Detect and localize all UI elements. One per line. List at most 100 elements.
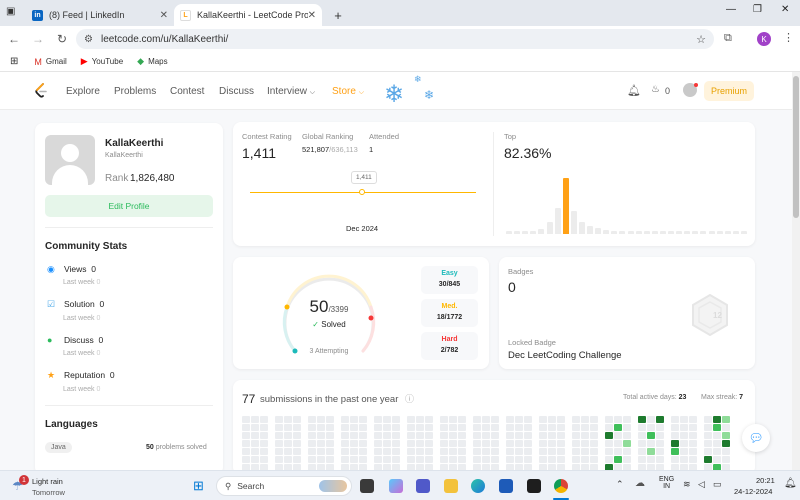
heatmap-cell[interactable] [614,440,622,447]
heatmap-cell[interactable] [341,440,349,447]
heatmap-cell[interactable] [539,456,547,463]
bell-icon[interactable]: 🔔︎ [627,84,641,97]
heatmap-cell[interactable] [572,424,580,431]
heatmap-cell[interactable] [440,424,448,431]
heatmap-cell[interactable] [383,424,391,431]
heatmap-cell[interactable] [548,448,556,455]
nav-problems[interactable]: Problems [114,86,156,97]
heatmap-cell[interactable] [623,432,631,439]
nav-explore[interactable]: Explore [66,86,100,97]
heatmap-cell[interactable] [392,424,400,431]
heatmap-cell[interactable] [605,456,613,463]
heatmap-cell[interactable] [317,416,325,423]
heatmap-cell[interactable] [449,456,457,463]
tray-chevron-icon[interactable]: ⌃ [616,479,624,490]
heatmap-cell[interactable] [350,424,358,431]
heatmap-cell[interactable] [260,432,268,439]
heatmap-cell[interactable] [260,456,268,463]
heatmap-cell[interactable] [383,440,391,447]
scrollbar-thumb[interactable] [793,76,799,218]
heatmap-cell[interactable] [284,448,292,455]
heatmap-cell[interactable] [704,416,712,423]
heatmap-cell[interactable] [251,448,259,455]
close-tab-icon[interactable]: ✕ [308,10,316,21]
histogram-bar[interactable] [546,221,553,234]
heatmap-cell[interactable] [623,416,631,423]
heatmap-cell[interactable] [539,424,547,431]
heatmap-cell[interactable] [308,440,316,447]
heatmap-cell[interactable] [491,432,499,439]
heatmap-cell[interactable] [515,432,523,439]
heatmap-cell[interactable] [317,456,325,463]
edge-icon[interactable] [471,479,485,493]
heatmap-cell[interactable] [671,432,679,439]
heatmap-cell[interactable] [638,432,646,439]
heatmap-cell[interactable] [425,456,433,463]
heatmap-cell[interactable] [515,448,523,455]
histogram-bar[interactable] [570,211,577,234]
heatmap-cell[interactable] [506,456,514,463]
back-icon[interactable]: ← [2,32,26,46]
heatmap-cell[interactable] [242,424,250,431]
heatmap-cell[interactable] [614,432,622,439]
heatmap-cell[interactable] [251,416,259,423]
heatmap-cell[interactable] [491,424,499,431]
heatmap-cell[interactable] [359,448,367,455]
language-indicator[interactable]: ENG IN [659,476,674,490]
bookmark-star-icon[interactable]: ☆ [696,33,706,46]
heatmap-cell[interactable] [557,424,565,431]
histogram-bar[interactable] [514,231,521,234]
site-info-icon[interactable]: ⚙ [84,34,93,45]
easy-box[interactable]: Easy 30/845 [421,266,478,294]
heatmap-cell[interactable] [251,456,259,463]
clock-date[interactable]: 24-12-2024 [734,487,772,496]
heatmap-cell[interactable] [524,424,532,431]
heatmap-cell[interactable] [275,456,283,463]
heatmap-cell[interactable] [482,416,490,423]
heatmap-cell[interactable] [341,456,349,463]
heatmap-cell[interactable] [704,432,712,439]
apps-grid-icon[interactable]: ⊞ [10,56,18,67]
heatmap-cell[interactable] [647,440,655,447]
heatmap-cell[interactable] [605,424,613,431]
heatmap-cell[interactable] [458,440,466,447]
heatmap-cell[interactable] [242,448,250,455]
heatmap-cell[interactable] [713,416,721,423]
heatmap-cell[interactable] [623,456,631,463]
heatmap-cell[interactable] [326,416,334,423]
heatmap-cell[interactable] [647,424,655,431]
heatmap-cell[interactable] [614,448,622,455]
heatmap-cell[interactable] [473,456,481,463]
heatmap-cell[interactable] [293,448,301,455]
heatmap-cell[interactable] [275,424,283,431]
heatmap-cell[interactable] [581,416,589,423]
histogram-bar[interactable] [595,227,602,234]
histogram-bar-highlight[interactable] [562,178,569,234]
heatmap-cell[interactable] [572,448,580,455]
heatmap-cell[interactable] [623,448,631,455]
heatmap-cell[interactable] [260,448,268,455]
heatmap-cell[interactable] [425,448,433,455]
heatmap-cell[interactable] [449,416,457,423]
heatmap-cell[interactable] [515,456,523,463]
nav-interview[interactable]: Interview ⌵ [267,86,315,97]
heatmap-cell[interactable] [449,440,457,447]
heatmap-cell[interactable] [614,424,622,431]
nav-store[interactable]: Store ⌵ [332,86,364,97]
heatmap-cell[interactable] [539,440,547,447]
heatmap-cell[interactable] [506,424,514,431]
heatmap-cell[interactable] [590,456,598,463]
bookmark-gmail[interactable]: M Gmail [34,57,66,67]
heatmap-cell[interactable] [581,424,589,431]
heatmap-cell[interactable] [656,440,664,447]
heatmap-cell[interactable] [326,448,334,455]
heatmap-cell[interactable] [605,448,613,455]
histogram-bar[interactable] [676,231,683,234]
heatmap-cell[interactable] [293,416,301,423]
heatmap-cell[interactable] [350,448,358,455]
copilot-icon[interactable] [389,479,403,493]
heatmap-cell[interactable] [605,440,613,447]
heatmap-cell[interactable] [680,432,688,439]
heatmap-cell[interactable] [473,440,481,447]
heatmap-cell[interactable] [317,440,325,447]
